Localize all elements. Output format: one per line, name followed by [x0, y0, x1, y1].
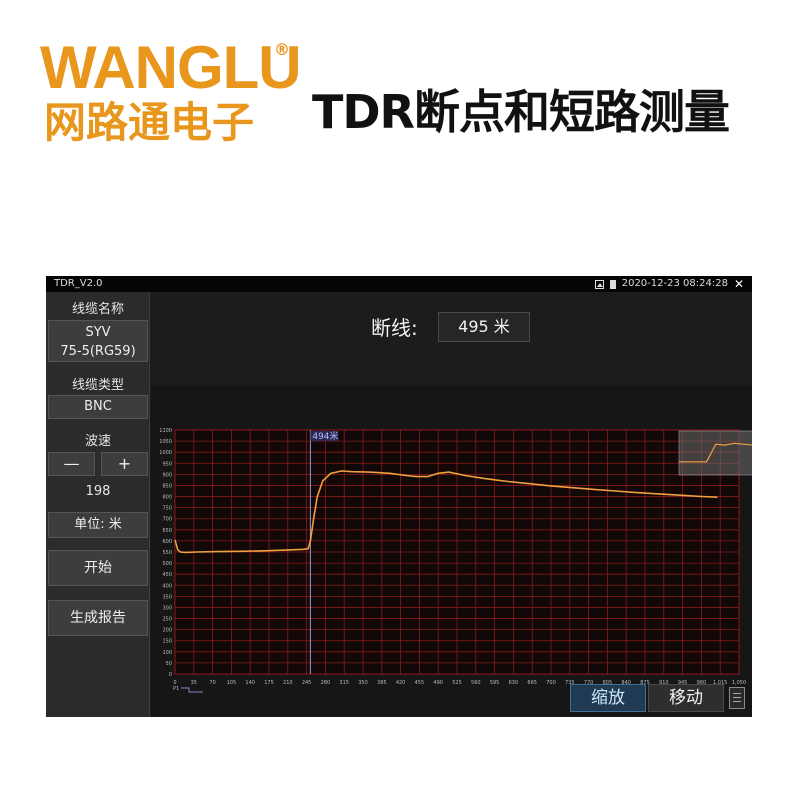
x-tick-label: 350 — [358, 680, 368, 686]
velocity-increase-button[interactable]: + — [101, 452, 148, 476]
x-tick-label: 140 — [245, 680, 255, 686]
break-label: 断线: — [371, 316, 418, 340]
start-button[interactable]: 开始 — [48, 550, 148, 586]
y-tick-label: 550 — [162, 550, 172, 556]
velocity-label: 波速 — [84, 434, 111, 449]
y-tick-label: 300 — [162, 605, 172, 611]
sidebar: 线缆名称 SYV 75-5(RG59) 线缆类型 BNC 波速 — + 198 … — [46, 292, 150, 717]
velocity-decrease-button[interactable]: — — [48, 452, 95, 476]
y-tick-label: 450 — [162, 572, 172, 578]
y-tick-label: 1000 — [159, 450, 172, 456]
page-title: TDR断点和短路测量 — [312, 85, 730, 139]
y-tick-label: 50 — [166, 661, 172, 667]
unit-select[interactable]: 单位: 米 — [48, 512, 148, 538]
y-tick-label: 650 — [162, 528, 172, 534]
overview-inset — [678, 430, 752, 476]
break-distance-value: 495 米 — [438, 312, 530, 342]
image-icon[interactable] — [594, 279, 604, 289]
generate-report-button[interactable]: 生成报告 — [48, 600, 148, 636]
status-bar: TDR_V2.0 2020-12-23 08:24:28 ✕ — [46, 276, 752, 292]
y-tick-label: 800 — [162, 495, 172, 501]
y-tick-label: 1050 — [159, 439, 172, 445]
y-tick-label: 750 — [162, 506, 172, 512]
x-tick-label: 1,050 — [732, 680, 746, 686]
y-tick-label: 400 — [162, 583, 172, 589]
brand-chinese-name: 网路通电子 — [44, 98, 255, 147]
y-tick-label: 900 — [162, 472, 172, 478]
y-tick-label: 500 — [162, 561, 172, 567]
legend-marker-line — [181, 687, 203, 693]
app-title: TDR_V2.0 — [54, 278, 103, 289]
legend-marker: P1 — [173, 686, 179, 692]
y-tick-label: 200 — [162, 628, 172, 634]
y-tick-label: 100 — [162, 650, 172, 656]
y-tick-label: 600 — [162, 539, 172, 545]
x-tick-label: 70 — [209, 680, 215, 686]
y-tick-label: 950 — [162, 461, 172, 467]
x-tick-label: 700 — [546, 680, 556, 686]
x-tick-label: 560 — [471, 680, 481, 686]
close-icon[interactable]: ✕ — [734, 276, 744, 292]
y-tick-label: 350 — [162, 594, 172, 600]
velocity-value: 198 — [85, 484, 111, 499]
y-tick-label: 150 — [162, 639, 172, 645]
x-tick-label: 455 — [415, 680, 425, 686]
x-tick-label: 665 — [527, 680, 537, 686]
cable-name-line1: SYV — [85, 325, 111, 340]
y-tick-label: 700 — [162, 517, 172, 523]
move-mode-button[interactable]: 移动 — [648, 684, 724, 712]
x-tick-label: 420 — [396, 680, 406, 686]
device-screen: TDR_V2.0 2020-12-23 08:24:28 ✕ 线缆名称 SYV … — [46, 276, 752, 717]
x-tick-label: 105 — [227, 680, 237, 686]
cable-type-select[interactable]: BNC — [48, 395, 148, 419]
x-tick-label: 210 — [283, 680, 293, 686]
cable-type-label: 线缆类型 — [71, 378, 124, 393]
cable-name-line2: 75-5(RG59) — [60, 344, 136, 359]
datetime: 2020-12-23 08:24:28 — [621, 278, 728, 289]
status-right: 2020-12-23 08:24:28 ✕ — [594, 276, 744, 292]
y-tick-label: 850 — [162, 483, 172, 489]
x-tick-label: 175 — [264, 680, 274, 686]
y-tick-label: 250 — [162, 617, 172, 623]
x-tick-label: 280 — [321, 680, 331, 686]
x-tick-label: 245 — [302, 680, 312, 686]
x-tick-label: 490 — [433, 680, 443, 686]
zoom-mode-button[interactable]: 缩放 — [570, 684, 646, 712]
x-tick-label: 595 — [490, 680, 500, 686]
y-tick-label: 0 — [169, 672, 172, 678]
document-icon[interactable] — [729, 687, 745, 709]
tdr-chart[interactable]: 0 35 70 105 140 175 210 245 280 315 350 385 420 455 49… — [151, 385, 752, 717]
battery-icon — [609, 279, 616, 289]
x-tick-label: 385 — [377, 680, 387, 686]
y-tick-label: 1100 — [159, 428, 172, 434]
brand-logo: WANGLU ® 网路通电子 — [40, 36, 302, 147]
brand-name: WANGLU — [40, 34, 302, 101]
tdr-chart-area[interactable]: 0 35 70 105 140 175 210 245 280 315 350 385 420 455 49… — [151, 385, 752, 717]
cursor-label: 494米 — [312, 430, 338, 442]
cable-name-label: 线缆名称 — [71, 302, 124, 317]
x-tick-label: 315 — [339, 680, 349, 686]
x-tick-label: 35 — [191, 680, 197, 686]
registered-mark: ® — [274, 40, 290, 59]
cable-name-select[interactable]: SYV 75-5(RG59) — [48, 320, 148, 362]
result-panel: 断线: 495 米 — [151, 292, 752, 385]
x-tick-label: 525 — [452, 680, 462, 686]
x-tick-label: 630 — [509, 680, 519, 686]
